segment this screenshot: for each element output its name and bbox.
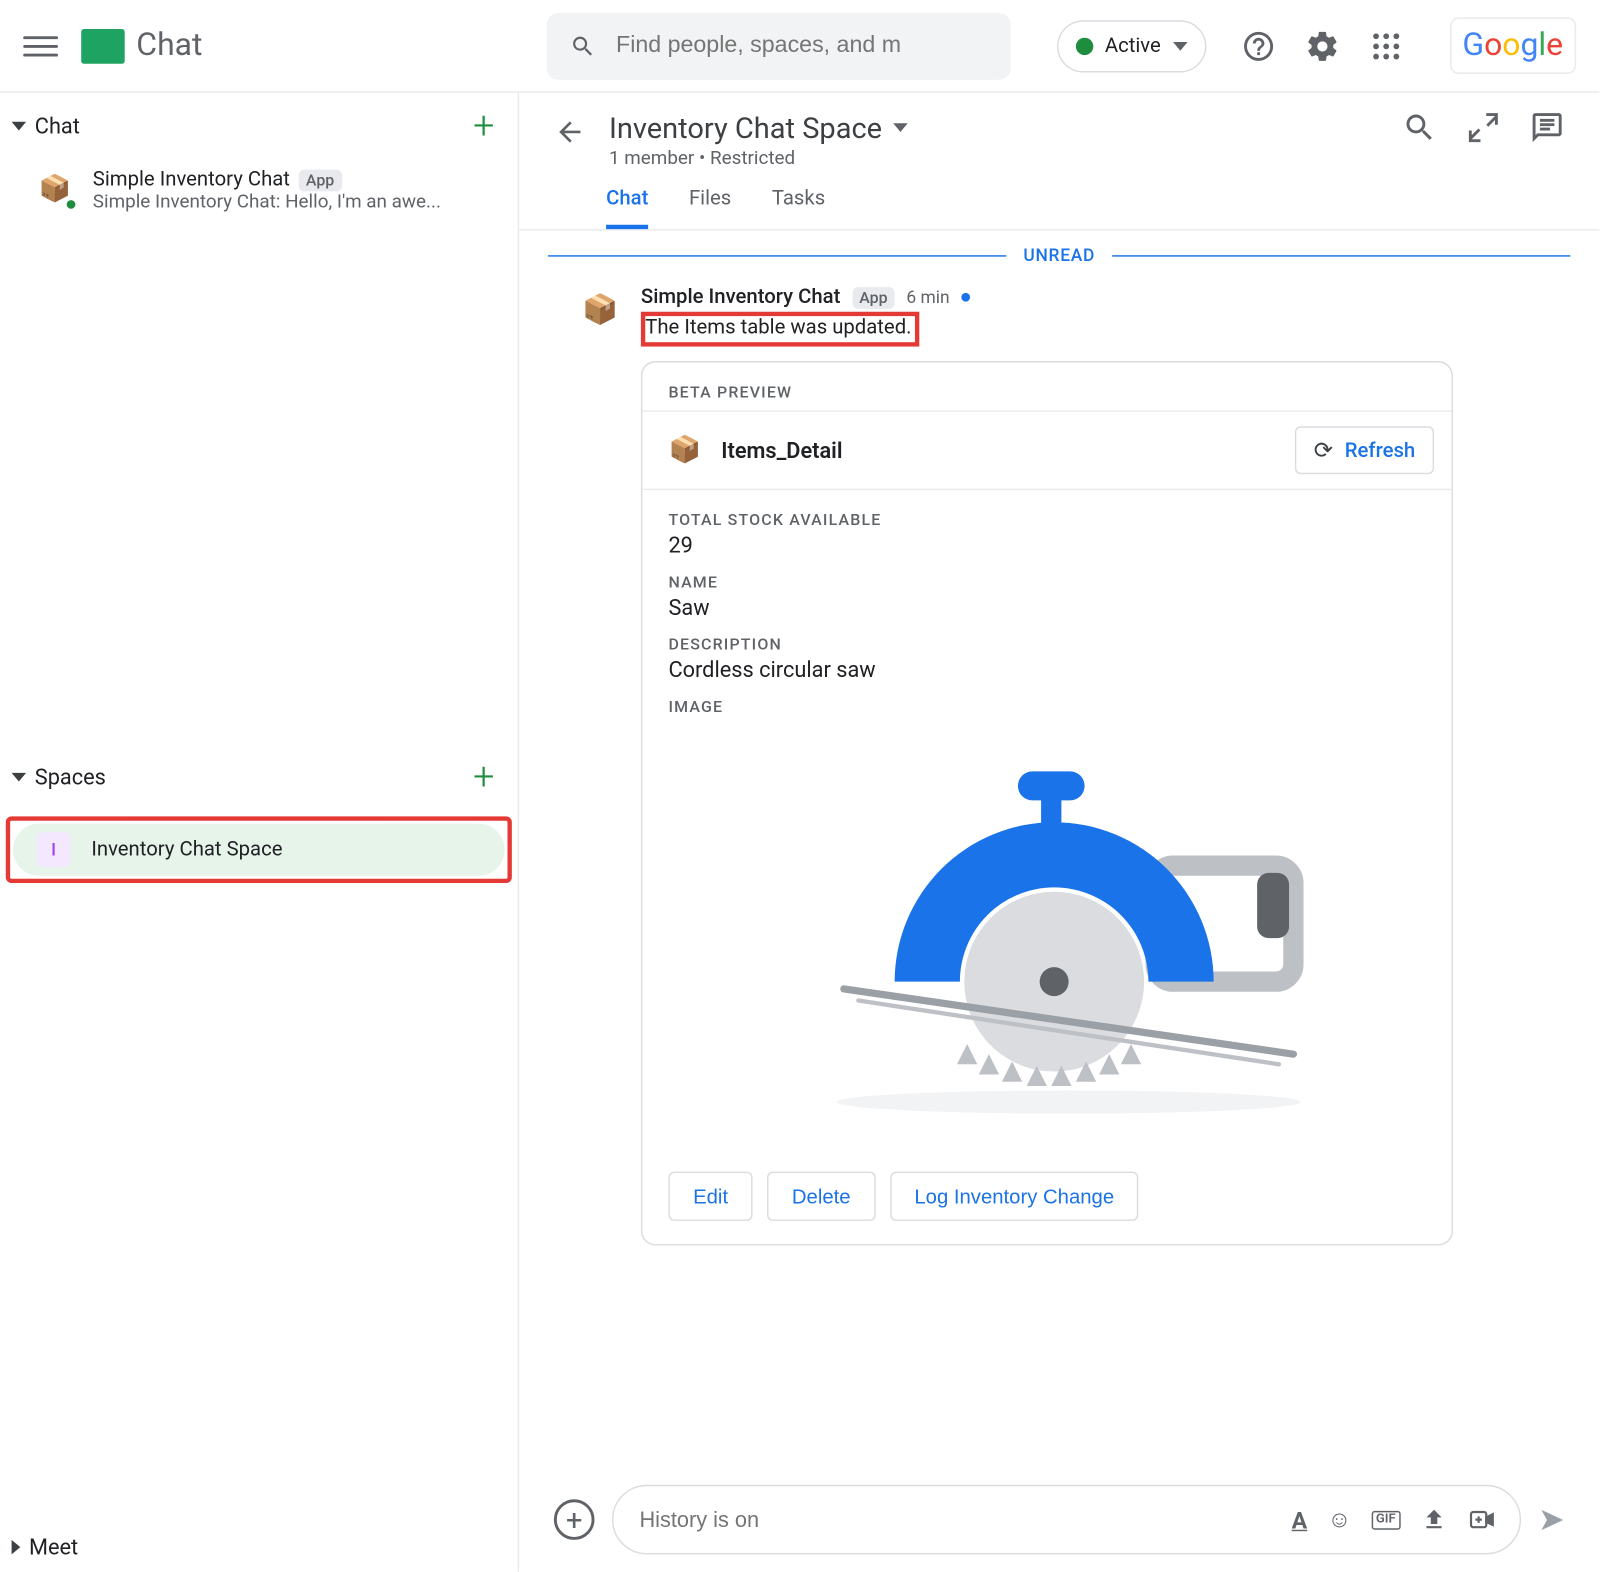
google-logo[interactable]: Google	[1449, 17, 1576, 74]
chat-logo-icon	[81, 28, 125, 63]
search-input[interactable]	[613, 31, 987, 60]
space-item-highlighted: I Inventory Chat Space	[6, 816, 512, 883]
edit-button[interactable]: Edit	[668, 1172, 752, 1221]
add-video-icon[interactable]	[1467, 1507, 1496, 1533]
chat-item-preview: Simple Inventory Chat: Hello, I'm an awe…	[93, 191, 495, 213]
app-badge: App	[299, 169, 342, 191]
space-item-title: Inventory Chat Space	[91, 838, 282, 861]
search-icon	[570, 31, 596, 60]
gif-icon[interactable]: GIF	[1372, 1510, 1401, 1529]
message-avatar: 📦	[577, 286, 623, 332]
name-label: NAME	[668, 573, 1425, 592]
meet-section-header[interactable]: Meet	[0, 1523, 518, 1572]
format-icon[interactable]: A	[1292, 1506, 1308, 1534]
composer-bar: + A ☺ GIF ➤	[519, 1466, 1599, 1572]
chevron-right-icon	[12, 1540, 21, 1555]
name-value: Saw	[668, 595, 1425, 621]
refresh-button[interactable]: ⟳ Refresh	[1295, 426, 1434, 474]
header-icons: Google	[1240, 17, 1576, 74]
search-box[interactable]	[547, 12, 1011, 79]
unread-divider: UNREAD	[548, 245, 1570, 265]
tab-files[interactable]: Files	[689, 187, 731, 229]
message-text-wrap: The Items table was updated.	[641, 312, 1541, 347]
space-avatar: I	[36, 832, 71, 867]
app-header: Chat Active Google	[0, 0, 1599, 93]
chevron-down-icon	[12, 122, 27, 131]
card-preview-label: BETA PREVIEW	[642, 363, 1451, 411]
chat-section-header[interactable]: Chat +	[0, 93, 518, 160]
upload-icon[interactable]	[1420, 1507, 1446, 1533]
space-tabs: Chat Files Tasks	[519, 170, 1599, 231]
card-header: 📦 Items_Detail ⟳ Refresh	[642, 410, 1451, 490]
status-dot-icon	[1076, 37, 1093, 54]
desc-label: DESCRIPTION	[668, 635, 1425, 654]
gear-icon[interactable]	[1304, 28, 1339, 63]
chat-item[interactable]: 📦 Simple Inventory Chat App Simple Inven…	[0, 160, 518, 222]
message-time: 6 min	[906, 287, 949, 307]
chat-panel-icon[interactable]	[1530, 110, 1565, 145]
spaces-section-header[interactable]: Spaces +	[0, 744, 518, 811]
space-header: Inventory Chat Space 1 member • Restrict…	[519, 93, 1599, 170]
help-icon[interactable]	[1240, 28, 1275, 63]
delete-button[interactable]: Delete	[767, 1172, 875, 1221]
presence-dot-icon	[64, 197, 79, 212]
main-layout: Chat + 📦 Simple Inventory Chat App Simpl…	[0, 93, 1599, 1572]
chevron-down-icon[interactable]	[894, 123, 909, 132]
spaces-section-title: Spaces	[35, 764, 106, 790]
chevron-down-icon	[1172, 41, 1187, 50]
hamburger-icon[interactable]	[23, 28, 58, 63]
circular-saw-icon	[742, 728, 1351, 1134]
tab-chat[interactable]: Chat	[606, 187, 648, 229]
composer-input[interactable]	[637, 1506, 1292, 1534]
unread-label: UNREAD	[1006, 245, 1113, 265]
log-change-button[interactable]: Log Inventory Change	[890, 1172, 1139, 1221]
add-space-button[interactable]: +	[473, 755, 494, 799]
desc-value: Cordless circular saw	[668, 657, 1425, 683]
collapse-icon[interactable]	[1466, 110, 1501, 145]
chevron-down-icon	[12, 773, 27, 782]
status-pill[interactable]: Active	[1057, 20, 1206, 72]
status-label: Active	[1105, 34, 1161, 57]
message-area: 📦 Simple Inventory Chat App 6 min The It…	[519, 280, 1599, 1466]
tab-tasks[interactable]: Tasks	[772, 187, 825, 229]
app-name: Chat	[136, 28, 202, 64]
apps-grid-icon[interactable]	[1368, 28, 1403, 63]
card-actions: Edit Delete Log Inventory Change	[642, 1154, 1451, 1244]
image-label: IMAGE	[668, 697, 1425, 716]
inventory-card: BETA PREVIEW 📦 Items_Detail ⟳ Refresh	[641, 361, 1453, 1246]
chat-section-title: Chat	[35, 113, 80, 139]
main-panel: Inventory Chat Space 1 member • Restrict…	[519, 93, 1599, 1572]
add-chat-button[interactable]: +	[473, 104, 494, 148]
app-badge: App	[852, 286, 895, 308]
back-arrow-icon[interactable]	[554, 116, 586, 148]
space-item[interactable]: I Inventory Chat Space	[13, 824, 505, 876]
composer[interactable]: A ☺ GIF	[612, 1485, 1521, 1555]
card-title: Items_Detail	[721, 437, 842, 463]
space-title: Inventory Chat Space	[609, 110, 882, 145]
card-body: TOTAL STOCK AVAILABLE 29 NAME Saw DESCRI…	[642, 490, 1451, 1154]
add-attachment-button[interactable]: +	[554, 1499, 595, 1540]
item-image	[668, 728, 1425, 1134]
chat-avatar: 📦	[35, 168, 76, 209]
stock-label: TOTAL STOCK AVAILABLE	[668, 510, 1425, 529]
emoji-icon[interactable]: ☺	[1328, 1505, 1352, 1534]
send-button[interactable]: ➤	[1538, 1501, 1565, 1537]
refresh-label: Refresh	[1345, 439, 1415, 462]
message-sender: Simple Inventory Chat	[641, 286, 840, 309]
sidebar: Chat + 📦 Simple Inventory Chat App Simpl…	[0, 93, 519, 1572]
stock-value: 29	[668, 532, 1425, 558]
refresh-icon: ⟳	[1314, 436, 1333, 464]
package-icon: 📦	[668, 435, 701, 465]
composer-icons: A ☺ GIF	[1292, 1505, 1496, 1534]
message-text: The Items table was updated.	[641, 312, 919, 347]
message: 📦 Simple Inventory Chat App 6 min The It…	[577, 286, 1541, 1246]
chat-item-title: Simple Inventory Chat	[93, 168, 290, 191]
chat-logo[interactable]: Chat	[81, 28, 202, 64]
meet-section-title: Meet	[29, 1534, 78, 1560]
space-subtitle: 1 member • Restricted	[609, 148, 1379, 170]
unread-dot-icon	[961, 293, 970, 302]
search-icon[interactable]	[1402, 110, 1437, 145]
